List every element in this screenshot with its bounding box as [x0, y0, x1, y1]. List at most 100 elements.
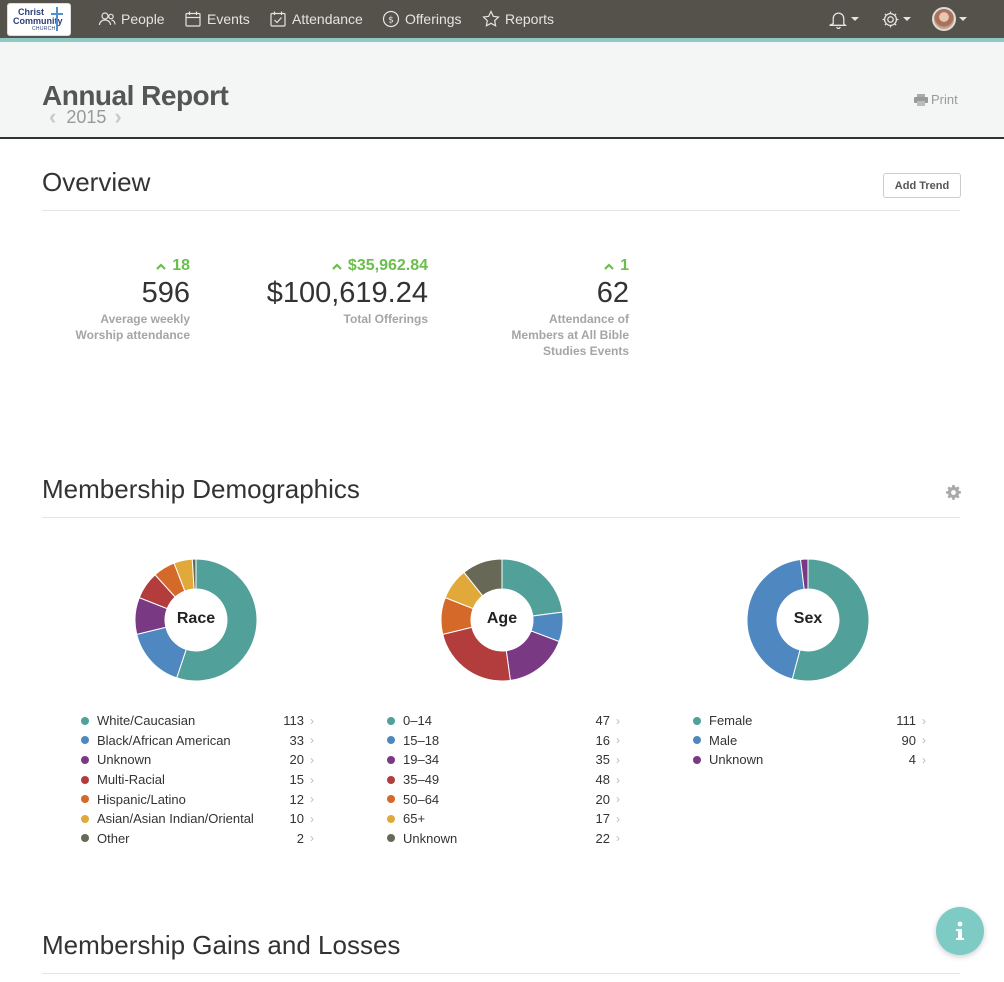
gear-icon[interactable]	[946, 485, 961, 500]
legend-dot	[387, 814, 395, 823]
chevron-down-icon	[851, 17, 859, 21]
chevron-right-icon: ›	[616, 772, 620, 787]
church-logo[interactable]: Christ Community CHURCH	[7, 3, 71, 36]
legend-dot	[81, 736, 89, 745]
nav-item-reports[interactable]: Reports	[482, 0, 554, 38]
settings-menu[interactable]	[881, 0, 911, 38]
chevron-right-icon: ›	[616, 792, 620, 807]
legend-row[interactable]: Hispanic/Latino 12 ›	[81, 789, 316, 809]
svg-text:$: $	[388, 16, 394, 26]
stat-label-line: Studies Events	[542, 344, 629, 358]
legend-row[interactable]: 15–18 16 ›	[387, 731, 622, 751]
chevron-up-icon	[604, 262, 614, 270]
legend-count: 111	[896, 713, 916, 729]
notifications-menu[interactable]	[829, 0, 859, 38]
legend-row[interactable]: Multi-Racial 15 ›	[81, 770, 316, 790]
legend-row[interactable]: 0–14 47 ›	[387, 711, 622, 731]
print-button[interactable]: Print	[914, 92, 958, 107]
star-icon	[482, 10, 500, 27]
legend-dot	[81, 834, 89, 843]
user-menu[interactable]	[932, 0, 967, 38]
bell-icon	[829, 12, 847, 29]
legend-row[interactable]: 65+ 17 ›	[387, 809, 622, 829]
chevron-right-icon[interactable]: ›	[114, 106, 121, 128]
calendar-icon	[185, 11, 201, 27]
legend-label: 0–14	[403, 713, 432, 729]
legend-row[interactable]: Unknown 20 ›	[81, 750, 316, 770]
legend-label: 50–64	[403, 791, 440, 807]
avatar	[932, 7, 956, 31]
printer-icon	[914, 93, 928, 106]
stat-worship-attendance: 18 596 Average weekly Worship attendance	[40, 257, 190, 343]
gains-losses-title: Membership Gains and Losses	[42, 930, 401, 960]
logo-cross-horizontal	[51, 13, 63, 15]
legend-label: White/Caucasian	[97, 713, 196, 729]
legend-row[interactable]: Other 2 ›	[81, 829, 316, 849]
age-chart-label: Age	[486, 610, 518, 627]
stat-delta: 18	[40, 257, 190, 275]
legend-dot	[81, 716, 89, 725]
stat-delta: $35,962.84	[230, 257, 428, 275]
legend-row[interactable]: 35–49 48 ›	[387, 770, 622, 790]
legend-row[interactable]: 19–34 35 ›	[387, 750, 622, 770]
nav-item-people[interactable]: People	[98, 0, 165, 38]
donut-slice[interactable]	[505, 630, 560, 681]
donut-slice[interactable]	[442, 626, 511, 682]
legend-row[interactable]: White/Caucasian 113 ›	[81, 711, 316, 731]
info-button[interactable]	[936, 907, 984, 955]
legend-label: Male	[709, 732, 738, 748]
legend-dot	[693, 736, 701, 745]
legend-count: 48	[595, 772, 610, 788]
age-legend: 0–14 47 › 15–18 16 › 19–34 35 › 35–49 48 › 50–64 20 › 6…	[387, 711, 622, 848]
legend-row[interactable]: Unknown 4 ›	[693, 750, 928, 770]
legend-label: Unknown	[403, 830, 458, 846]
chevron-right-icon: ›	[310, 792, 314, 807]
legend-row[interactable]: Female 111 ›	[693, 711, 928, 731]
legend-count: 22	[595, 830, 610, 846]
gear-icon	[882, 11, 899, 27]
nav-item-attendance-label: Attendance	[292, 11, 363, 27]
chevron-left-icon[interactable]: ‹	[49, 106, 56, 128]
demographics-title: Membership Demographics	[42, 474, 360, 504]
legend-label: Unknown	[97, 752, 152, 768]
sex-chart-label: Sex	[793, 610, 823, 627]
nav-item-events[interactable]: Events	[184, 0, 250, 38]
nav-item-people-label: People	[121, 11, 165, 27]
stat-total-offerings: $35,962.84 $100,619.24 Total Offerings	[230, 257, 428, 327]
chevron-right-icon: ›	[310, 772, 314, 787]
chevron-right-icon: ›	[922, 713, 926, 728]
chevron-right-icon: ›	[616, 811, 620, 826]
demographics-divider	[42, 517, 960, 518]
legend-dot	[81, 755, 89, 764]
legend-row[interactable]: Male 90 ›	[693, 731, 928, 751]
legend-row[interactable]: Asian/Asian Indian/Oriental 10 ›	[81, 809, 316, 829]
chevron-right-icon: ›	[616, 713, 620, 728]
stat-label-line: Members at All Bible	[511, 328, 629, 342]
legend-dot	[387, 775, 395, 784]
nav-item-offerings[interactable]: $ Offerings	[382, 0, 462, 38]
legend-dot	[387, 795, 395, 804]
race-legend: White/Caucasian 113 › Black/African America…	[81, 711, 316, 848]
legend-row[interactable]: Unknown 22 ›	[387, 829, 622, 849]
legend-dot	[693, 716, 701, 725]
legend-count: 20	[289, 752, 304, 768]
legend-row[interactable]: Black/African American 33 ›	[81, 731, 316, 751]
legend-count: 35	[595, 752, 610, 768]
legend-row[interactable]: 50–64 20 ›	[387, 789, 622, 809]
chevron-right-icon: ›	[310, 811, 314, 826]
people-icon	[98, 12, 116, 26]
add-trend-button[interactable]: Add Trend	[883, 173, 961, 198]
legend-dot	[387, 755, 395, 764]
stat-delta-value: 1	[620, 257, 629, 274]
legend-count: 90	[901, 732, 916, 748]
legend-label: Unknown	[709, 752, 764, 768]
legend-dot	[387, 736, 395, 745]
legend-label: Asian/Asian Indian/Oriental	[97, 811, 254, 827]
donut-slice[interactable]	[501, 558, 564, 617]
donut-slice[interactable]	[136, 626, 187, 679]
stat-label-line: Attendance of	[548, 312, 629, 326]
sex-legend: Female 111 › Male 90 › Unknown 4 ›	[693, 711, 928, 770]
legend-count: 15	[289, 772, 304, 788]
nav-item-attendance[interactable]: Attendance	[269, 0, 363, 38]
logo-cross-vertical	[56, 7, 58, 31]
